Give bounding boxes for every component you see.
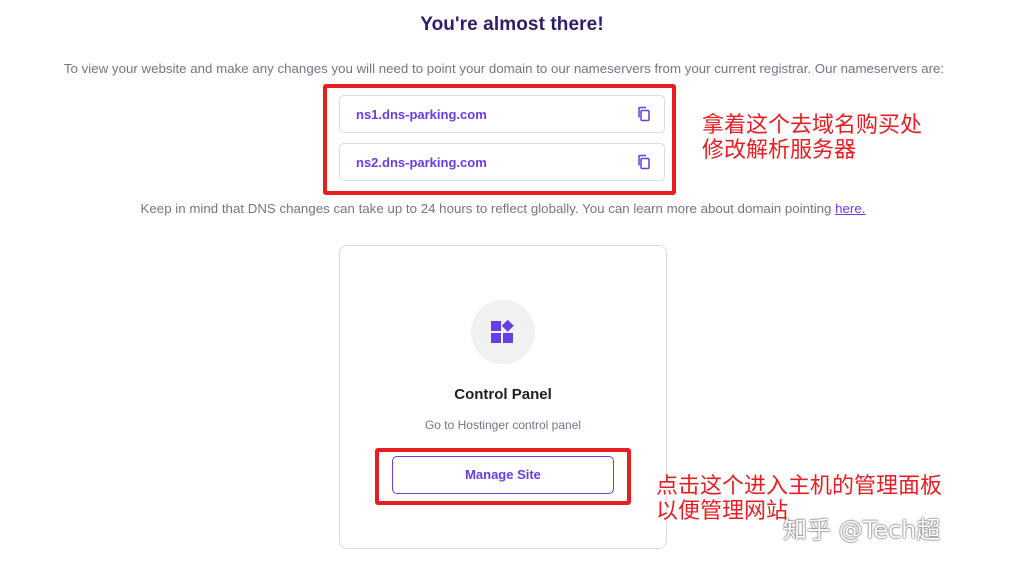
page-title: You're almost there! [420,14,604,35]
card-title: Control Panel [454,386,552,403]
annotation-line: 点击这个进入主机的管理面板 [656,474,943,499]
dns-note: Keep in mind that DNS changes can take u… [0,201,1006,216]
annotation-line: 拿着这个去域名购买处 [702,113,923,138]
dns-note-text: Keep in mind that DNS changes can take u… [140,201,836,216]
apps-grid-icon [489,319,516,346]
annotation-nameservers: 拿着这个去域名购买处 修改解析服务器 [702,113,922,163]
page-subtitle: To view your website and make any change… [63,61,945,76]
highlight-box-nameservers [323,84,676,195]
card-description: Go to Hostinger control panel [424,418,582,432]
learn-more-link[interactable]: here. [835,201,865,216]
watermark: 知乎 @Tech超 [783,516,941,544]
annotation-line: 修改解析服务器 [702,138,857,163]
highlight-box-manage [375,448,631,505]
